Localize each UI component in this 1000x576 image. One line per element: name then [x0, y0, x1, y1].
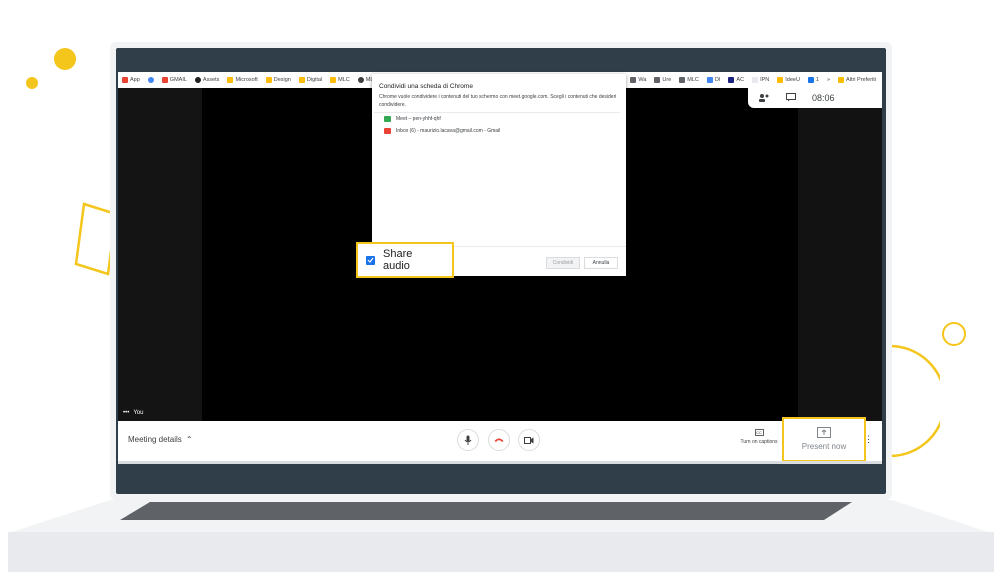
decorative-dot-large	[54, 48, 76, 70]
site-icon	[807, 77, 814, 83]
participant-tile-left	[118, 88, 202, 421]
present-upload-icon	[817, 427, 831, 438]
taskbar-strip	[118, 461, 882, 464]
gmail-icon	[161, 77, 168, 83]
share-audio-checkbox[interactable]	[366, 255, 375, 265]
bookmark-design[interactable]: Design	[265, 77, 291, 83]
bookmark-ac[interactable]: AC	[728, 77, 744, 83]
share-audio-label: Share audio	[383, 248, 413, 272]
share-audio-option[interactable]: Share audio	[356, 242, 454, 278]
meet-icon	[384, 116, 391, 122]
self-more-icon[interactable]: •••	[871, 99, 877, 105]
microphone-button[interactable]	[457, 429, 479, 451]
bookmark-di[interactable]: DI	[706, 77, 720, 83]
bookmark-microsoft[interactable]: Microsoft	[227, 77, 258, 83]
meet-bottom-bar: Meeting details ⌃ CC Turn on captions	[118, 421, 882, 461]
site-icon	[654, 77, 661, 83]
participant-tile-right	[798, 88, 882, 421]
site-icon	[706, 77, 713, 83]
folder-icon	[265, 77, 272, 83]
folder-icon	[777, 77, 784, 83]
mic-mini-icon	[858, 93, 864, 98]
apps-grid-icon	[122, 77, 128, 83]
bookmark-mlc-2[interactable]: MLC	[679, 77, 699, 83]
google-icon	[147, 77, 154, 83]
more-options-icon[interactable]: •••	[123, 410, 129, 416]
laptop-base	[8, 532, 994, 572]
folder-icon	[227, 77, 234, 83]
captions-button[interactable]: CC Turn on captions	[733, 429, 785, 445]
microphone-icon	[464, 435, 472, 445]
bookmark-ideeu[interactable]: IdeeU	[777, 77, 800, 83]
captions-icon: CC	[754, 429, 764, 436]
chevron-up-icon: ⌃	[185, 435, 193, 444]
bookmark-digital[interactable]: Digital	[298, 77, 322, 83]
tab-option-meet[interactable]: Meet – pen-yhhf-qhf	[374, 113, 620, 125]
site-icon	[752, 77, 759, 83]
cancel-button[interactable]: Annulla	[584, 257, 618, 269]
end-call-button[interactable]	[488, 429, 510, 451]
dialog-description: Chrome vuole condividere i contenuti del…	[379, 94, 617, 108]
camera-button[interactable]	[518, 429, 540, 451]
bookmark-apps[interactable]: App	[122, 77, 140, 83]
site-icon	[728, 77, 735, 83]
bookmark-gmail[interactable]: GMAIL	[161, 77, 187, 83]
folder-icon	[330, 77, 337, 83]
clock-time: 08:06	[812, 93, 835, 103]
bookmark-ure[interactable]: Ure	[654, 77, 671, 83]
present-now-button[interactable]: Present now	[782, 417, 866, 462]
bookmark-assets[interactable]: Assets	[194, 77, 219, 83]
self-preview-label: You	[846, 100, 855, 106]
end-call-icon	[494, 438, 504, 442]
meeting-details-button[interactable]: Meeting details ⌃	[128, 435, 193, 444]
folder-icon	[298, 77, 305, 83]
chat-icon[interactable]	[786, 92, 796, 104]
bookmark-google[interactable]	[147, 77, 154, 83]
dialog-title: Condividi una scheda di Chrome	[379, 83, 473, 90]
bookmarks-overflow[interactable]: »	[827, 77, 830, 83]
people-icon[interactable]	[758, 93, 770, 104]
bookmark-1[interactable]: 1	[807, 77, 819, 83]
site-icon	[679, 77, 686, 83]
site-icon	[630, 77, 637, 83]
decorative-dot-small	[26, 77, 38, 89]
bookmark-other-favorites[interactable]: Altri Preferiti	[838, 77, 882, 83]
circle-icon	[194, 77, 201, 83]
camera-icon	[524, 436, 534, 444]
gmail-icon	[384, 128, 391, 134]
self-view-label: ••• You	[123, 410, 144, 416]
more-options-vertical-icon[interactable]: ⋮	[864, 434, 873, 445]
globe-icon	[357, 77, 364, 83]
bookmark-wa[interactable]: Wa	[630, 77, 646, 83]
share-button[interactable]: Condividi	[546, 257, 580, 269]
checkmark-icon	[367, 257, 374, 263]
meet-top-panel: 08:06	[748, 88, 882, 108]
decorative-ring	[942, 322, 966, 346]
bookmark-mlc[interactable]: MLC	[330, 77, 350, 83]
tab-option-gmail[interactable]: Inbox (6) - maurizio.lacava@gmail.com - …	[374, 125, 620, 137]
folder-icon	[838, 77, 845, 83]
bookmark-ipn[interactable]: IPN	[752, 77, 769, 83]
tab-list: Meet – pen-yhhf-qhf Inbox (6) - maurizio…	[374, 112, 620, 244]
